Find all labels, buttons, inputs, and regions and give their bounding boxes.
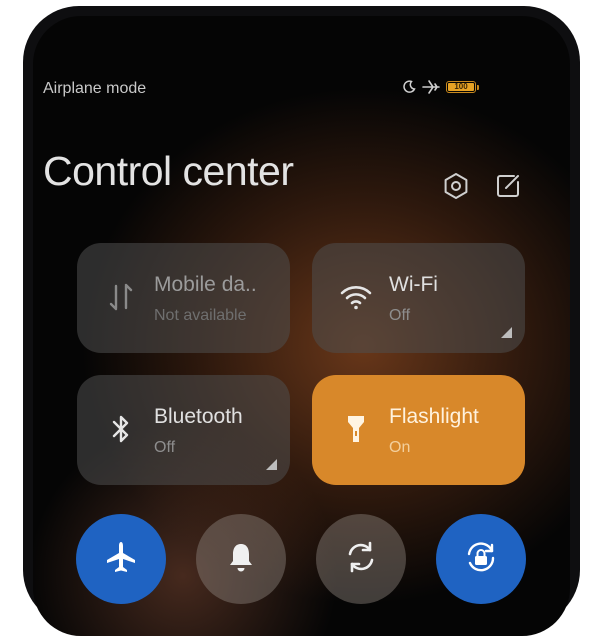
moon-icon — [402, 80, 416, 94]
tile-status: Off — [389, 307, 411, 324]
expand-corner-icon[interactable] — [266, 459, 277, 470]
rotate-icon — [343, 539, 379, 580]
rotation-lock-icon — [462, 538, 500, 581]
bell-icon — [225, 540, 257, 579]
tile-label: Flashlight — [389, 405, 479, 428]
tile-wifi[interactable]: Wi-Fi Off — [312, 243, 525, 353]
tile-status: Off — [154, 439, 176, 456]
airplane-icon — [422, 79, 440, 95]
wifi-icon — [338, 279, 374, 315]
tile-label: Mobile da.. — [154, 273, 257, 296]
tile-mobile-data[interactable]: Mobile da.. Not available — [77, 243, 290, 353]
tile-flashlight[interactable]: Flashlight On — [312, 375, 525, 485]
tile-bluetooth[interactable]: Bluetooth Off — [77, 375, 290, 485]
status-icons: 100 — [402, 79, 479, 95]
rotation-lock-toggle[interactable] — [436, 514, 526, 604]
edit-icon[interactable] — [492, 170, 524, 202]
silent-toggle[interactable] — [196, 514, 286, 604]
settings-hexagon-icon[interactable] — [440, 170, 472, 202]
tile-status: On — [389, 439, 411, 456]
tile-label: Bluetooth — [154, 405, 243, 428]
battery-icon: 100 — [446, 81, 476, 93]
mobile-data-icon — [103, 279, 139, 315]
flashlight-icon — [338, 411, 374, 447]
airplane-toggle[interactable] — [76, 514, 166, 604]
auto-rotate-toggle[interactable] — [316, 514, 406, 604]
expand-corner-icon[interactable] — [501, 327, 512, 338]
status-label: Airplane mode — [43, 80, 147, 97]
battery-tip — [477, 84, 479, 90]
tile-label: Wi-Fi — [389, 273, 438, 296]
page-title: Control center — [43, 148, 294, 194]
tile-status: Not available — [154, 307, 247, 324]
battery-level: 100 — [454, 82, 468, 91]
airplane-icon — [103, 539, 139, 580]
bluetooth-icon — [103, 411, 139, 447]
